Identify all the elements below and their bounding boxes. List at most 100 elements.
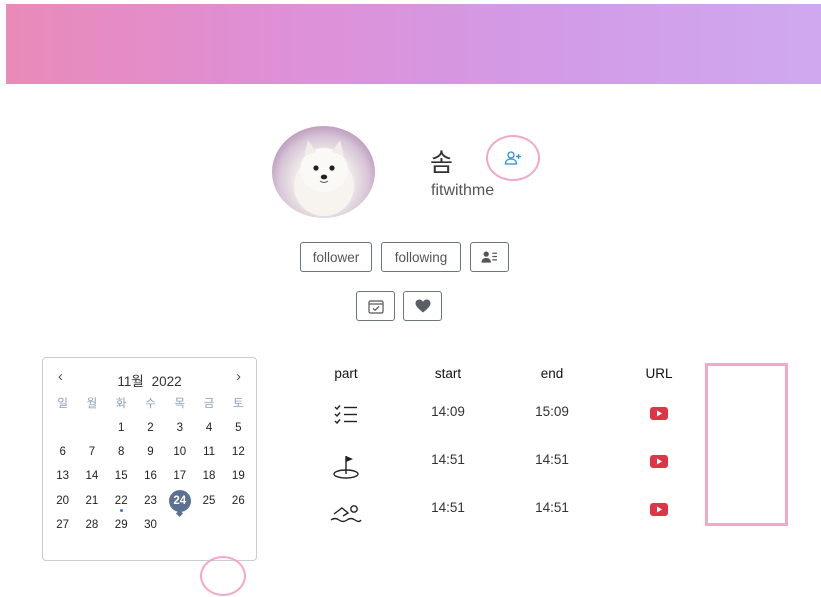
calendar-day-number: 9 xyxy=(147,445,154,458)
follow-button-row: follower following xyxy=(300,242,509,272)
youtube-icon xyxy=(650,455,668,468)
add-friend-button[interactable] xyxy=(486,135,540,181)
avatar xyxy=(272,126,375,218)
calendar-weekday: 토 xyxy=(233,398,244,411)
checklist-icon xyxy=(334,405,357,425)
calendar-day[interactable]: 9 xyxy=(136,440,165,464)
calendar-day-number: 6 xyxy=(59,445,66,458)
calendar-week-row: 27 28 29 30 xyxy=(48,513,253,537)
golf-icon xyxy=(332,454,360,485)
calendar-day[interactable]: 7 xyxy=(77,440,106,464)
calendar-day[interactable]: 6 xyxy=(48,440,77,464)
calendar-year[interactable]: 2022 xyxy=(152,374,182,389)
calendar-empty-cell xyxy=(194,513,223,537)
calendar-day[interactable]: 20 xyxy=(48,489,77,513)
calendar-day-number: 23 xyxy=(144,494,157,507)
calendar-day[interactable]: 23 xyxy=(136,489,165,513)
calendar-day-number: 29 xyxy=(114,519,128,532)
calendar-day-number: 14 xyxy=(85,470,99,483)
calendar-weekday: 목 xyxy=(174,398,186,411)
calendar-day[interactable]: 2 xyxy=(136,415,165,439)
calendar-day[interactable]: 8 xyxy=(107,440,136,464)
dog-avatar-image xyxy=(294,140,354,216)
calendar-empty-cell xyxy=(224,513,253,537)
calendar-weekday: 수 xyxy=(145,398,156,411)
calendar-weekday: 월 xyxy=(86,398,98,411)
start-time-cell: 14:09 xyxy=(431,404,465,419)
calendar-button[interactable] xyxy=(356,291,395,321)
calendar-day-number: 22 xyxy=(114,494,128,507)
contact-card-button[interactable] xyxy=(470,242,509,272)
calendar-event-dot xyxy=(119,508,123,512)
calendar-empty-cell xyxy=(165,513,194,537)
calendar-day[interactable]: 11 xyxy=(194,440,223,464)
calendar-title: 11월 2022 xyxy=(43,370,256,390)
calendar-month[interactable]: 11월 xyxy=(117,374,143,389)
calendar-day-number: 18 xyxy=(202,470,216,483)
golf-icon xyxy=(333,456,359,479)
calendar-selected-day[interactable]: 24 xyxy=(168,489,191,512)
calendar-week-row: 20 21 22 23 24 25 26 xyxy=(48,489,253,517)
calendar-day-number: 16 xyxy=(144,470,157,483)
calendar-day[interactable]: 19 xyxy=(224,464,253,488)
calendar-week-row: 6 7 8 9 10 11 12 xyxy=(48,440,253,464)
calendar-day[interactable]: 21 xyxy=(77,489,106,513)
calendar-day-number: 3 xyxy=(176,421,183,434)
following-button[interactable]: following xyxy=(381,242,461,272)
end-time-cell: 14:51 xyxy=(535,500,569,515)
calendar-day-number: 7 xyxy=(88,445,96,458)
calendar-day[interactable]: 16 xyxy=(136,464,165,488)
calendar-day[interactable]: 5 xyxy=(224,415,253,439)
pink-circle-annotation xyxy=(200,556,246,596)
calendar-day-number: 10 xyxy=(173,445,187,458)
calendar-day-number: 25 xyxy=(202,494,216,507)
calendar-day-number: 17 xyxy=(173,470,187,483)
end-time-cell: 15:09 xyxy=(535,404,569,419)
calendar-weekday-row: 일월화수목금토 xyxy=(48,391,253,415)
calendar-day-number: 26 xyxy=(231,494,245,507)
calendar-day[interactable]: 18 xyxy=(194,464,223,488)
calendar-day[interactable]: 12 xyxy=(224,440,253,464)
calendar-widget: ‹ 11월 2022 › 일 월 화 수 목 금 토 1 2 3 4 5 6 7 8 9 10 11 12 13 14 1… xyxy=(42,357,257,561)
calendar-day[interactable]: 25 xyxy=(194,489,223,513)
calendar-day[interactable]: 29 xyxy=(107,513,136,537)
calendar-day[interactable]: 27 xyxy=(48,513,77,537)
youtube-link-button[interactable] xyxy=(650,503,668,521)
profile-banner xyxy=(6,4,821,84)
part-header: part xyxy=(334,366,358,381)
calendar-day-number: 30 xyxy=(144,519,157,532)
person-lines-icon xyxy=(481,251,498,263)
calendar-day-number: 5 xyxy=(235,421,242,434)
calendar-day[interactable]: 26 xyxy=(224,489,253,513)
swimming-icon xyxy=(330,505,362,523)
follower-button[interactable]: follower xyxy=(300,242,372,272)
youtube-link-button[interactable] xyxy=(650,455,668,473)
swimming-icon xyxy=(330,502,362,529)
calendar-day[interactable]: 10 xyxy=(165,440,194,464)
like-button[interactable] xyxy=(403,291,442,321)
start-time-cell: 14:51 xyxy=(431,452,465,467)
calendar-day[interactable]: 4 xyxy=(194,415,223,439)
calendar-day[interactable]: 28 xyxy=(77,513,106,537)
calendar-weekday: 금 xyxy=(203,398,215,411)
calendar-day[interactable]: 17 xyxy=(165,464,194,488)
calendar-next-button[interactable]: › xyxy=(236,368,241,385)
start-time-cell: 14:51 xyxy=(431,500,465,515)
calendar-day[interactable]: 14 xyxy=(77,464,106,488)
calendar-day[interactable]: 24 xyxy=(165,489,194,517)
calendar-day[interactable]: 3 xyxy=(165,415,194,439)
calendar-day[interactable]: 13 xyxy=(48,464,77,488)
calendar-day[interactable]: 1 xyxy=(107,415,136,439)
calendar-day-number: 21 xyxy=(85,494,99,507)
calendar-day[interactable]: 15 xyxy=(107,464,136,488)
calendar-day-number: 2 xyxy=(147,421,154,434)
calendar-day-number: 4 xyxy=(205,421,213,434)
calendar-day[interactable]: 22 xyxy=(107,489,136,513)
youtube-link-button[interactable] xyxy=(650,407,668,425)
calendar-weekday: 일 xyxy=(57,398,68,411)
start-header: start xyxy=(434,366,462,381)
calendar-day-number: 11 xyxy=(203,445,216,458)
calendar-day[interactable]: 30 xyxy=(136,513,165,537)
end-header: end xyxy=(540,366,564,381)
youtube-icon xyxy=(650,503,668,516)
